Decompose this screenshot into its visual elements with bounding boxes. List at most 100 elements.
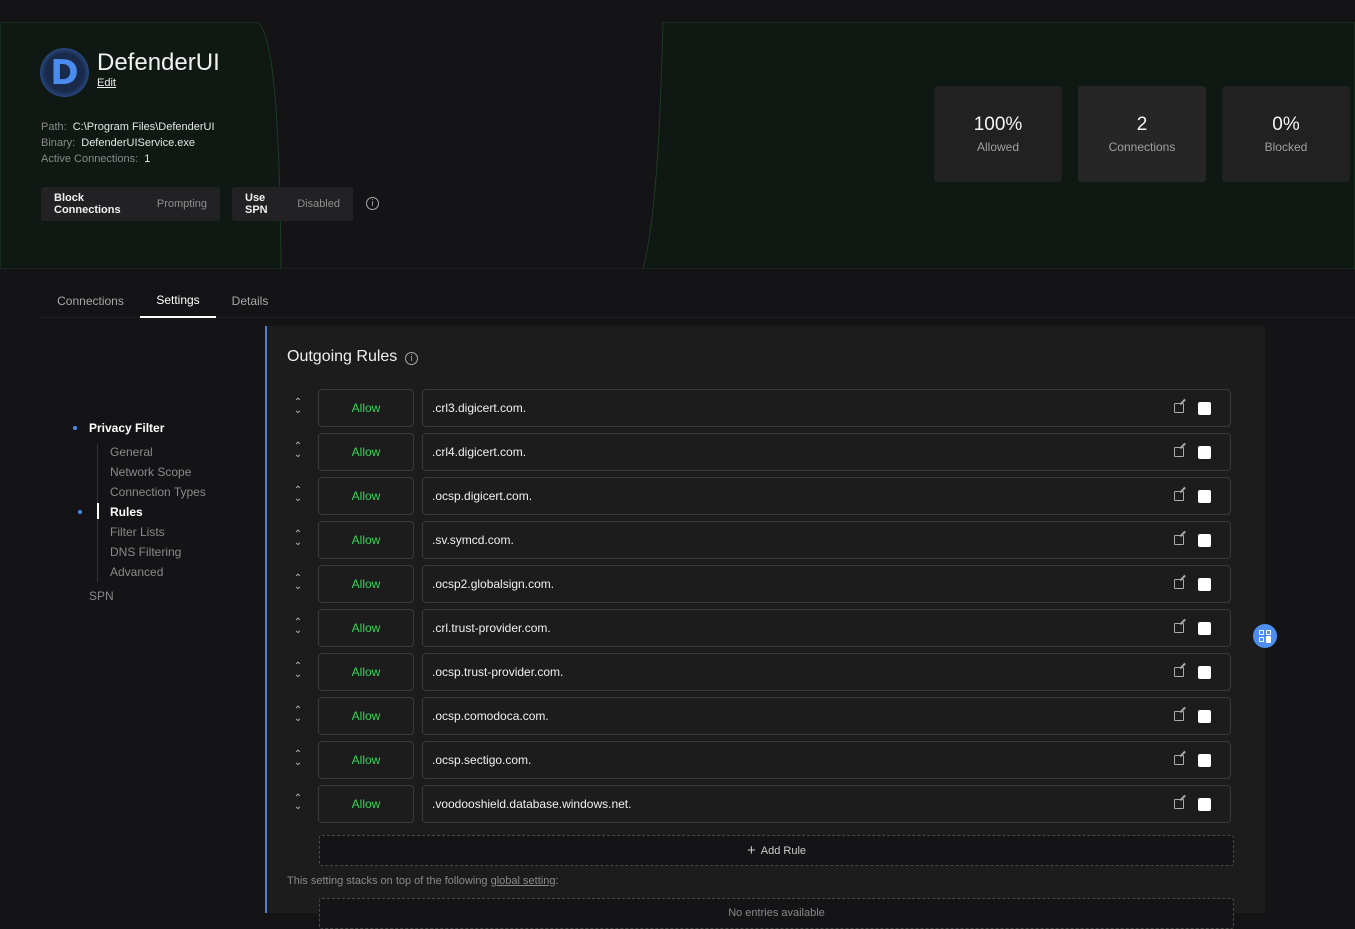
rule-row: ⌃ ⌄ Allow .crl3.digicert.com. [287,389,1231,427]
rule-checkbox[interactable] [1198,754,1211,767]
reorder-handle-icon[interactable]: ⌃ ⌄ [292,486,304,505]
rule-domain: .ocsp.digicert.com. [432,489,533,503]
binary-label: Binary: [41,137,76,149]
rule-checkbox[interactable] [1198,446,1211,459]
rule-domain-input[interactable]: .sv.symcd.com. [422,521,1231,559]
nav-rules[interactable]: Rules [110,505,143,519]
rule-action-button[interactable]: Allow [318,477,414,515]
rule-checkbox[interactable] [1198,622,1211,635]
stat-value: 100% [973,114,1023,135]
rule-domain-input[interactable]: .ocsp.trust-provider.com. [422,653,1231,691]
reorder-handle-icon[interactable]: ⌃ ⌄ [292,794,304,813]
nav-privacy-filter[interactable]: Privacy Filter [89,421,164,435]
add-rule-button[interactable]: + Add Rule [319,835,1234,866]
reorder-handle-icon[interactable]: ⌃ ⌄ [292,706,304,725]
nav-filter-lists[interactable]: Filter Lists [110,525,165,539]
global-setting-link[interactable]: global setting [491,875,556,887]
rule-checkbox[interactable] [1198,402,1211,415]
rule-checkbox[interactable] [1198,578,1211,591]
stat-allowed: 100% Allowed [934,86,1062,182]
tab-connections[interactable]: Connections [41,283,140,318]
path-value: C:\Program Files\DefenderUI [72,121,215,133]
rule-row: ⌃ ⌄ Allow .ocsp2.globalsign.com. [287,565,1231,603]
rule-domain-input[interactable]: .ocsp.digicert.com. [422,477,1231,515]
rule-action-button[interactable]: Allow [318,565,414,603]
rule-domain-input[interactable]: .crl4.digicert.com. [422,433,1231,471]
nav-connection-types[interactable]: Connection Types [110,485,206,499]
grid-icon [1266,630,1271,635]
rule-domain: .crl4.digicert.com. [432,445,527,459]
rule-domain-input[interactable]: .crl.trust-provider.com. [422,609,1231,647]
top-bar [0,0,1355,22]
apps-fab-button[interactable] [1253,624,1277,648]
edit-icon[interactable] [1174,667,1184,677]
rule-checkbox[interactable] [1198,534,1211,547]
nav-general[interactable]: General [110,445,153,459]
rule-row: ⌃ ⌄ Allow .crl.trust-provider.com. [287,609,1231,647]
rule-row: ⌃ ⌄ Allow .ocsp.comodoca.com. [287,697,1231,735]
edit-link[interactable]: Edit [97,77,116,89]
rule-row: ⌃ ⌄ Allow .sv.symcd.com. [287,521,1231,559]
rule-checkbox[interactable] [1198,490,1211,503]
outgoing-rules-panel: Outgoing Rules i ⌃ ⌄ Allow .crl3.digicert… [265,326,1265,929]
edit-icon[interactable] [1174,799,1184,809]
info-icon[interactable]: i [405,352,418,365]
use-spn-toggle[interactable]: Use SPN Disabled [232,187,353,221]
rule-action-button[interactable]: Allow [318,697,414,735]
nav-advanced[interactable]: Advanced [110,565,163,579]
global-setting-note: This setting stacks on top of the follow… [287,875,559,887]
reorder-handle-icon[interactable]: ⌃ ⌄ [292,574,304,593]
rule-domain-input[interactable]: .ocsp.comodoca.com. [422,697,1231,735]
edit-icon[interactable] [1174,711,1184,721]
grid-icon [1259,630,1264,635]
edit-icon[interactable] [1174,403,1184,413]
edit-icon[interactable] [1174,491,1184,501]
edit-icon[interactable] [1174,623,1184,633]
nav-network-scope[interactable]: Network Scope [110,465,191,479]
rule-checkbox[interactable] [1198,710,1211,723]
edit-icon[interactable] [1174,579,1184,589]
block-connections-toggle[interactable]: Block Connections Prompting [41,187,220,221]
reorder-handle-icon[interactable]: ⌃ ⌄ [292,398,304,417]
tab-settings[interactable]: Settings [140,283,216,318]
grid-icon [1259,637,1264,642]
rule-domain-input[interactable]: .crl3.digicert.com. [422,389,1231,427]
reorder-handle-icon[interactable]: ⌃ ⌄ [292,750,304,769]
toggle-value: Prompting [156,198,207,210]
nav-dns-filtering[interactable]: DNS Filtering [110,545,181,559]
rule-checkbox[interactable] [1198,666,1211,679]
reorder-handle-icon[interactable]: ⌃ ⌄ [292,662,304,681]
rule-action-button[interactable]: Allow [318,785,414,823]
tab-details[interactable]: Details [216,283,284,318]
info-icon[interactable]: i [366,197,379,210]
rule-domain-input[interactable]: .ocsp.sectigo.com. [422,741,1231,779]
reorder-handle-icon[interactable]: ⌃ ⌄ [292,442,304,461]
rule-domain: .crl3.digicert.com. [432,401,527,415]
toggle-label: Block Connections [54,192,121,216]
edit-icon[interactable] [1174,535,1184,545]
rule-action-button[interactable]: Allow [318,609,414,647]
rule-action-button[interactable]: Allow [318,389,414,427]
rule-checkbox[interactable] [1198,798,1211,811]
nav-dot [73,426,77,430]
rule-action-button[interactable]: Allow [318,653,414,691]
edit-icon[interactable] [1174,447,1184,457]
panel-title: Outgoing Rules [287,348,398,365]
reorder-handle-icon[interactable]: ⌃ ⌄ [292,530,304,549]
rule-domain-input[interactable]: .ocsp2.globalsign.com. [422,565,1231,603]
rule-row: ⌃ ⌄ Allow .crl4.digicert.com. [287,433,1231,471]
rule-action-button[interactable]: Allow [318,433,414,471]
active-value: 1 [144,153,151,165]
binary-info: Binary: DefenderUIService.exe [41,137,195,149]
rule-action-button[interactable]: Allow [318,741,414,779]
binary-value: DefenderUIService.exe [81,137,195,149]
stat-value: 0% [1272,114,1300,135]
toggle-label: Use SPN [245,192,268,216]
rule-action-button[interactable]: Allow [318,521,414,559]
rule-domain-input[interactable]: .voodooshield.database.windows.net. [422,785,1231,823]
edit-icon[interactable] [1174,755,1184,765]
add-rule-label: Add Rule [760,844,807,857]
nav-spn[interactable]: SPN [89,589,114,603]
reorder-handle-icon[interactable]: ⌃ ⌄ [292,618,304,637]
rule-domain: .voodooshield.database.windows.net. [432,797,632,811]
